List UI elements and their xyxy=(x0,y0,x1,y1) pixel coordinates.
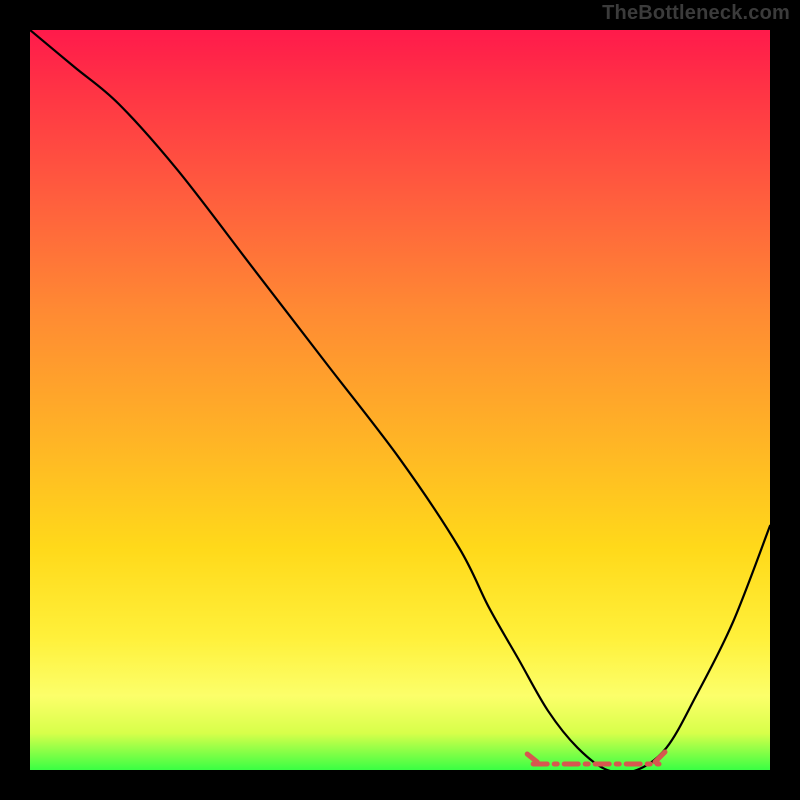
flat-region-dashes xyxy=(527,752,665,764)
curve-path xyxy=(30,30,770,770)
flat-region-right-tick xyxy=(655,752,665,762)
bottleneck-curve xyxy=(30,30,770,770)
chart-area xyxy=(30,30,770,770)
flat-region-left-tick xyxy=(527,754,537,762)
attribution-text: TheBottleneck.com xyxy=(602,2,790,25)
